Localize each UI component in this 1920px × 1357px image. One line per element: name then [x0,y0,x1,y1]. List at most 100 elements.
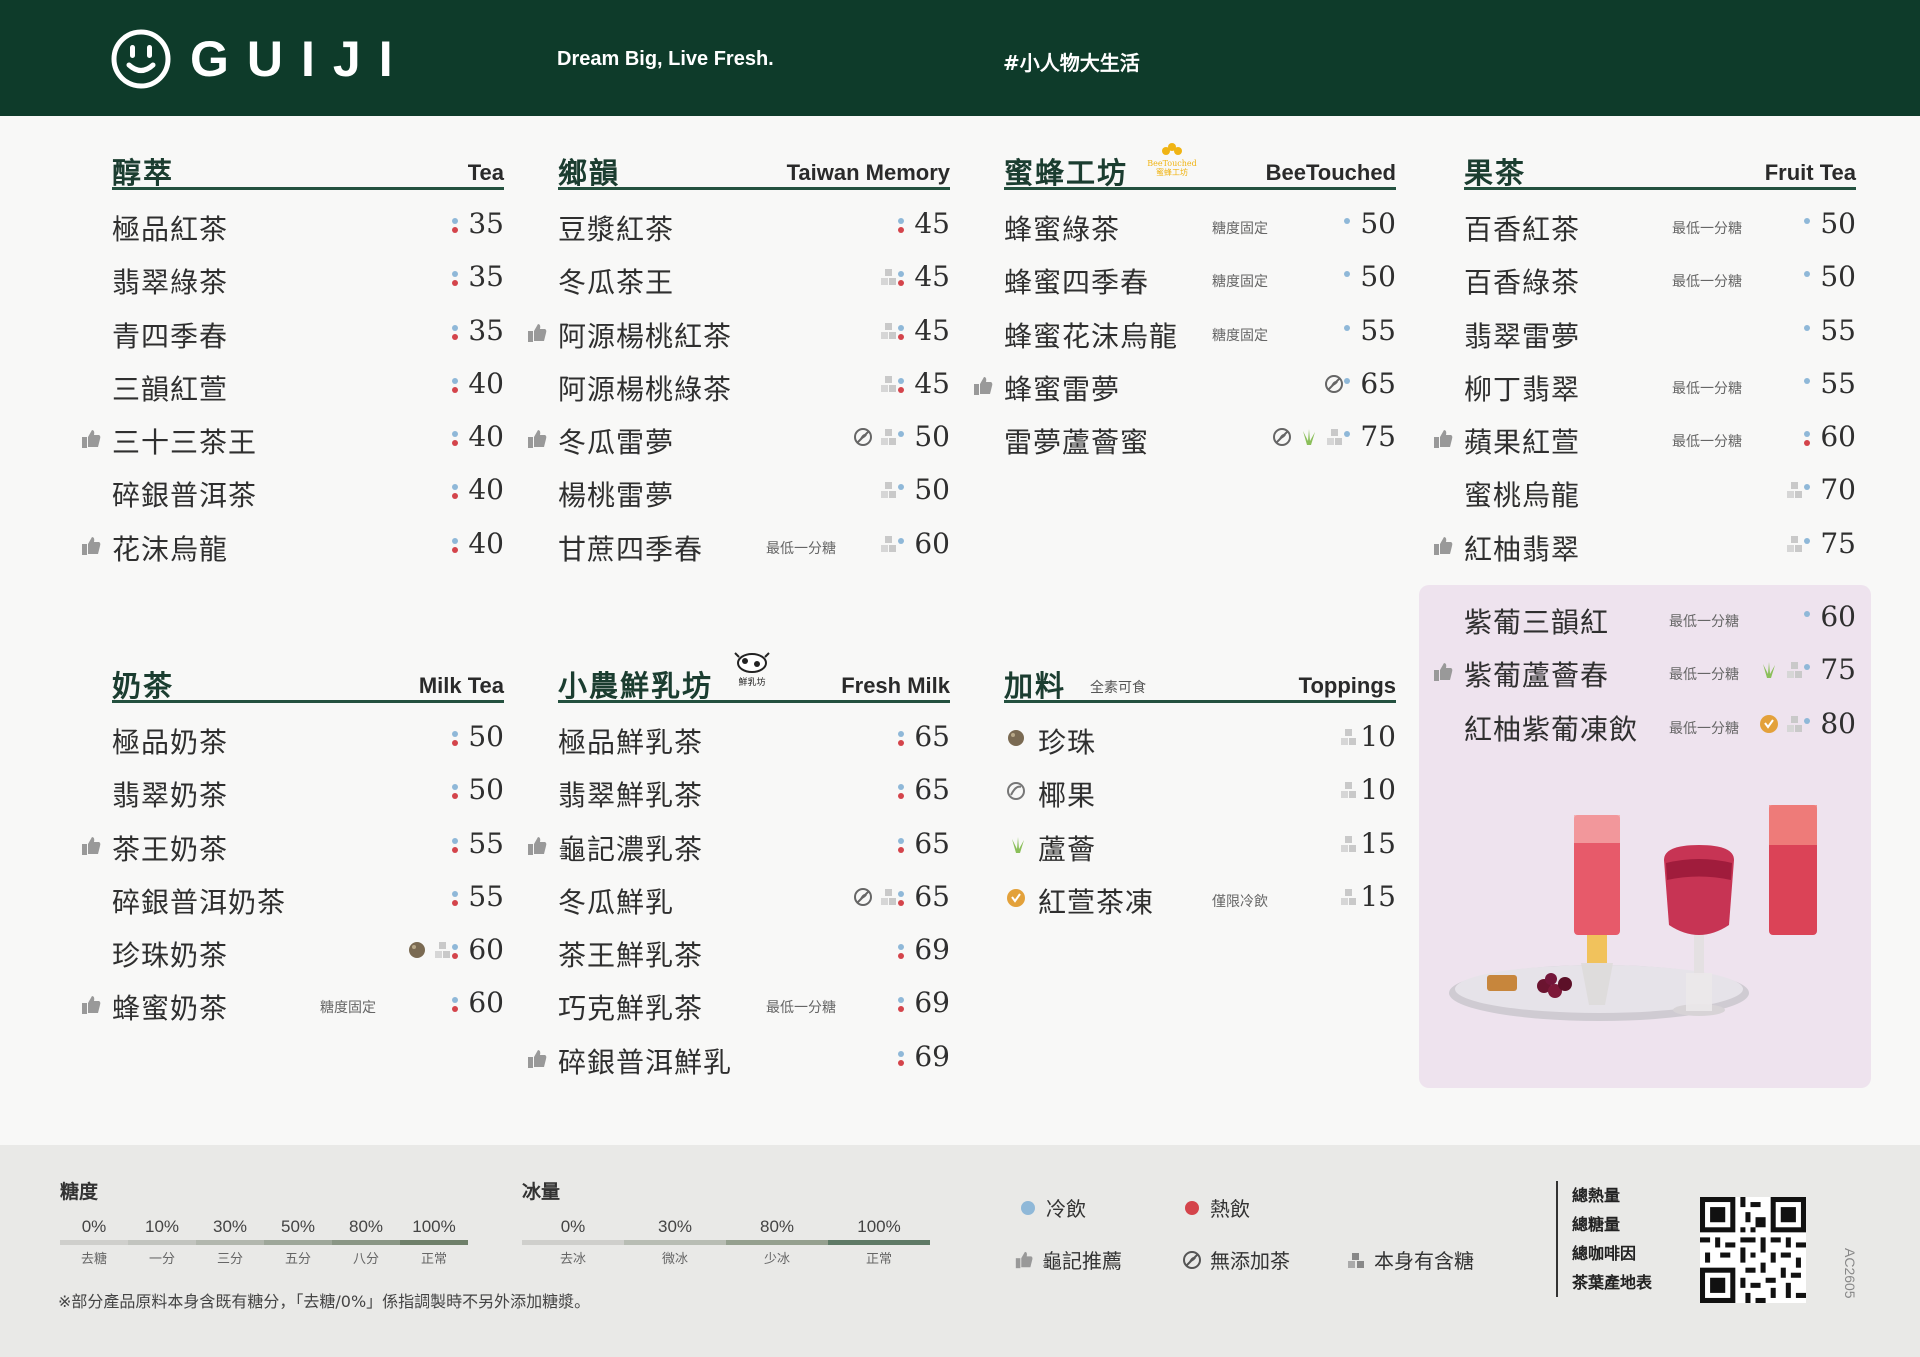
menu-item-name: 極品鮮乳茶 [558,726,704,759]
ice-legend-title: 冰量 [522,1181,561,1203]
pearl-topping-icon [1008,730,1024,746]
menu-item-note: 糖度固定 [1212,221,1268,237]
hot-dot-icon [452,333,458,340]
scale-bar-segment [726,1240,828,1245]
menu-item-name: 三十三茶王 [112,426,258,460]
menu-item-price: 55 [468,879,504,913]
temperature-marker [451,723,459,751]
scale-value: 100% [857,1217,901,1236]
cold-dot-icon [1804,611,1810,617]
hot-dot-icon [452,740,458,746]
menu-item-name: 茶王鮮乳茶 [558,939,704,973]
cold-dot-icon [1804,537,1810,544]
hot-dot-icon [452,953,458,960]
menu-item-name: 柳丁翡翠 [1464,372,1581,406]
recommend-thumbs-up-icon [82,430,101,449]
menu-item-note: 最低一分糖 [766,540,836,557]
cold-dot-icon [1804,271,1810,278]
scale-bar-segment [828,1240,930,1245]
hot-dot-icon [898,953,904,960]
legend-recommend-label: 龜記推薦 [1042,1249,1122,1273]
menu-item-price: 55 [468,826,504,860]
cold-dot-icon [898,484,904,491]
cold-dot-icon [452,997,458,1004]
temperature-marker [897,210,905,238]
info-link-origin[interactable]: 茶葉產地表 [1572,1268,1680,1297]
info-link-calories[interactable]: 總熱量 [1572,1181,1680,1210]
scale-value: 30% [657,1217,693,1236]
menu-item: 百香綠茶 最低一分糖 50 [1464,251,1856,304]
menu-item-name: 碎銀普洱茶 [112,479,258,513]
menu-item-icons [1757,658,1804,682]
guiji-face-logo-icon [111,29,171,89]
legend-cold: 冷飲 [1018,1193,1086,1222]
temperature-marker [451,370,459,398]
menu-item-name: 百香紅茶 [1464,213,1581,246]
menu-item-name: 碎銀普洱鮮乳 [558,1045,733,1079]
section-title-en: Milk Tea [418,673,504,698]
legend-panel: 糖度 0% 去糖 10% 一分 30% 三分 50% 五分 80% 八分 100% 正常 冰量 0% 去… [0,1145,1920,1357]
temperature-marker [897,830,905,858]
legend-recommend: 龜記推薦 [1014,1245,1122,1274]
menu-item-price: 40 [468,473,504,507]
menu-item-name: 紅萱茶凍 [1038,885,1155,919]
jelly-icon [1760,714,1778,733]
menu-item: 冬瓜雷夢 50 [528,411,950,464]
menu-item-icons [878,319,898,343]
menu-item-note: 最低一分糖 [1672,274,1742,291]
jelly-topping-icon [1007,888,1025,907]
cold-dot-icon [1804,324,1810,331]
hot-dot-icon [452,280,458,287]
sugar-cube-icon [881,535,896,552]
aloe-icon [1763,662,1775,679]
scale-label: 少冰 [763,1252,790,1267]
cold-dot-icon [1344,271,1350,278]
temperature-marker [1343,423,1351,451]
menu-item-name: 翡翠鮮乳茶 [558,779,704,813]
section-title-en: Fruit Tea [1764,160,1856,185]
recommend-thumbs-up-icon [528,836,547,855]
menu-item-price: 60 [1820,600,1856,633]
menu-item-price: 75 [1360,420,1396,454]
menu-item: 極品紅茶 35 [112,198,504,251]
hot-dot-icon [898,333,904,340]
info-link-sugar[interactable]: 總糖量 [1572,1210,1680,1239]
temperature-marker [451,989,459,1017]
menu-item: 豆漿紅茶 45 [558,198,950,251]
menu-item-note: 最低一分糖 [766,1000,836,1017]
temperature-marker [897,370,905,398]
menu-item-icons [853,425,898,449]
sugar-disclaimer: ※部分產品原料本身含既有糖分，「去糖/0%」係指調製時不另外添加糖漿。 [58,1292,591,1311]
info-link-caffeine[interactable]: 總咖啡因 [1572,1239,1680,1268]
recommend-thumbs-up-icon [528,323,547,342]
menu-item-name: 雷夢蘆薈蜜 [1004,426,1150,460]
bee-badge-icon: BeeTouched 蜜蜂工坊 [1147,143,1197,177]
section-fruit-tea: 果茶 Fruit Tea 百香紅茶 最低一分糖 50 百香綠茶 最低一分糖 50 翡翠雷夢 5… [1434,130,1856,571]
menu-item-note: 最低一分糖 [1669,720,1739,737]
temperature-marker [451,476,459,504]
menu-item-price: 40 [468,420,504,454]
thumbs-up-icon [1015,1251,1033,1268]
menu-item: 蜂蜜奶茶 糖度固定 60 [82,977,504,1030]
menu-item: 龜記濃乳茶 65 [528,818,950,871]
menu-list: 蜂蜜綠茶 糖度固定 50 蜂蜜四季春 糖度固定 50 蜂蜜花沫烏龍 糖度固定 55 蜂蜜雷夢 65 雷… [974,190,1396,464]
section-taiwan-memory: 鄉韻 Taiwan Memory 豆漿紅茶 45 冬瓜茶王 45 阿源楊桃紅茶 45 阿源楊… [528,130,950,571]
menu-item-name: 青四季春 [112,319,229,353]
menu-item: 柳丁翡翠 最低一分糖 55 [1464,358,1856,411]
cold-dot-icon [452,324,458,331]
sugar-cube-icon [1787,482,1802,499]
cold-dot-icon [898,431,904,438]
menu-item: 巧克鮮乳茶 最低一分糖 69 [558,977,950,1030]
scale-label: 一分 [148,1252,175,1267]
menu-item-name: 紅柚紫葡凍飲 [1464,712,1639,746]
menu-item-name: 冬瓜雷夢 [558,426,675,460]
section-title-en: Taiwan Memory [786,160,950,185]
menu-item: 阿源楊桃紅茶 45 [528,305,950,358]
qr-code-icon[interactable] [1700,1197,1806,1303]
menu-item-price: 65 [914,879,950,913]
temperature-marker [451,936,459,964]
sugar-cube-icon [435,942,450,959]
menu-item-name: 豆漿紅茶 [558,213,675,246]
hot-dot-icon [898,227,904,233]
menu-item-icons [407,938,452,962]
